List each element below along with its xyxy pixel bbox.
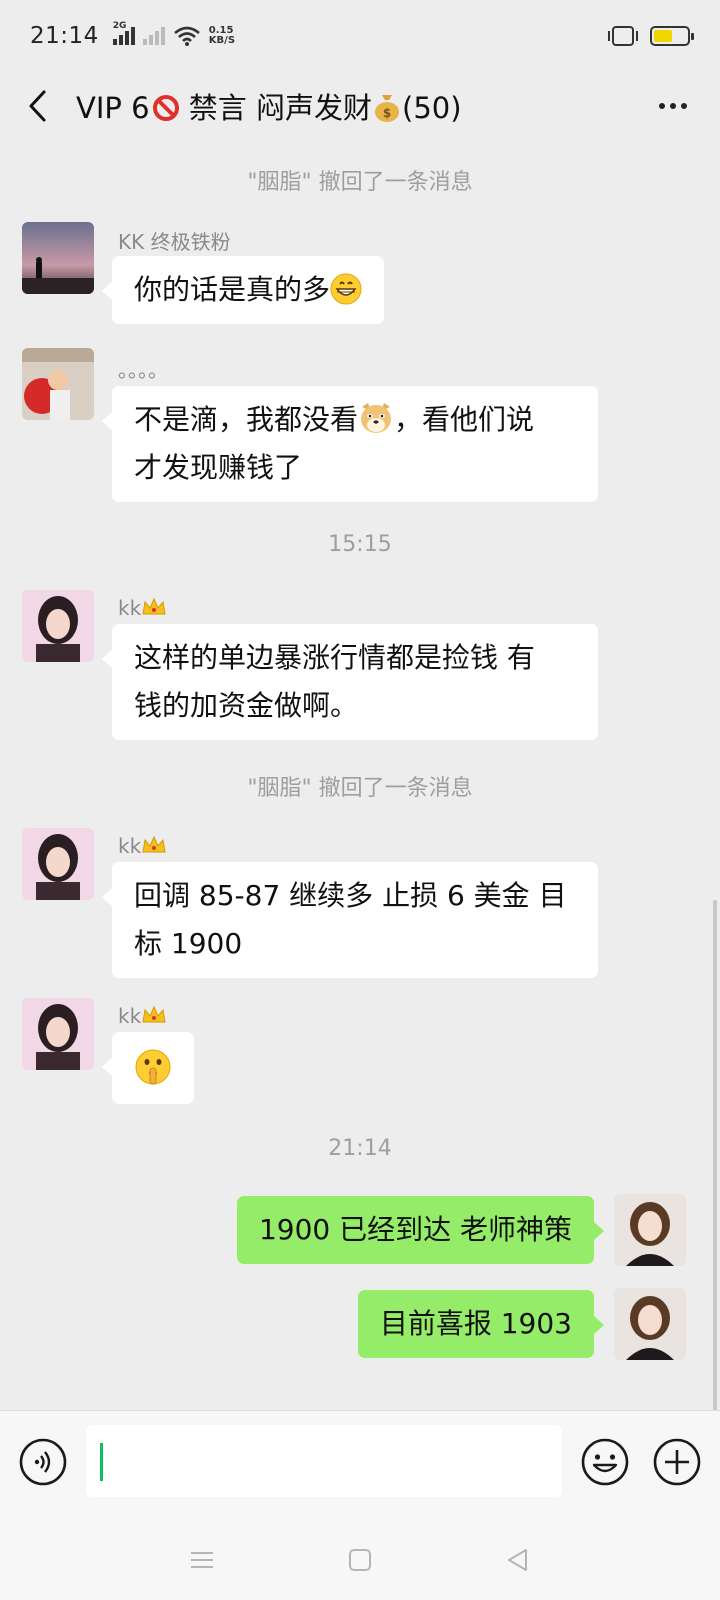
message-bubble[interactable]: 目前喜报 1903 [357,1290,605,1358]
text-caret [100,1443,103,1481]
title-part2: 禁言 闷声发财 [179,91,372,125]
timestamp: 15:15 [328,532,392,557]
message-bubble[interactable]: 1900 已经到达 老师神策 [236,1196,605,1264]
message-bubble[interactable]: 这样的单边暴涨行情都是捡钱 有 钱的加资金做啊。 [102,624,598,740]
sender-name-text: kk [118,834,142,858]
wifi-icon [173,26,200,46]
no-entry-icon [152,95,179,121]
money-bag-icon: $ [375,95,399,122]
more-functions-button[interactable] [652,1437,702,1487]
system-nav-bar [0,1520,720,1600]
more-button[interactable] [648,86,698,126]
emoji-button[interactable] [580,1437,630,1487]
signal-weak-icon [142,27,165,45]
sender-name: KK 终极铁粉 [118,230,231,254]
sender-name: kk [118,596,167,620]
system-message: "胭脂" 撤回了一条消息 [247,170,473,195]
message-text: ，看他们说 [394,403,535,436]
status-icons: 2G 0.15 KB/S [112,21,235,47]
title-part3: (50) [402,91,462,125]
sender-name-text: kk [118,596,142,620]
sender-name: 。。。。 [118,358,168,382]
crown-icon [142,835,166,853]
chat-header: VIP 6 禁言 闷声发财 $ (50) [0,72,720,140]
message-line: 钱的加资金做啊。 [134,689,359,722]
more-dots-icon [659,103,665,109]
message-text: 你的话是真的多 [134,273,331,306]
doge-face-icon [361,403,392,433]
message-line: 回调 85-87 继续多 止损 6 美金 目 [134,879,567,912]
message-line: 这样的单边暴涨行情都是捡钱 有 [134,641,535,674]
status-bar: 21:14 2G 0.15 KB/S [0,0,720,72]
shushing-face-icon [135,1049,171,1085]
message-text: 1900 已经到达 老师神策 [258,1213,572,1246]
network-speed: 0.15 KB/S [209,26,235,46]
sender-name: kk [118,834,167,858]
avatar[interactable] [22,222,94,294]
emoji-icon [581,1438,629,1486]
crown-icon [142,597,166,615]
message-bubble[interactable] [102,1032,194,1104]
svg-text:$: $ [383,106,391,120]
message-bubble[interactable]: 回调 85-87 继续多 止损 6 美金 目 标 1900 [102,862,598,978]
avatar[interactable] [22,348,94,420]
avatar[interactable] [22,998,94,1070]
title-part1: VIP 6 [76,91,150,125]
status-right [608,26,694,46]
message-line: 标 1900 [134,927,243,960]
avatar[interactable] [22,828,94,900]
my-avatar[interactable] [614,1288,686,1360]
menu-icon[interactable] [188,1546,216,1574]
chat-area[interactable]: "胭脂" 撤回了一条消息 KK 终极铁粉 你的话是真的多 。。。。 不是滴，我都… [0,140,720,1520]
vibrate-icon [608,26,638,46]
back-arrow-icon [29,90,46,122]
status-time: 21:14 [30,23,99,49]
back-button[interactable] [22,86,52,126]
message-line: 才发现赚钱了 [134,451,303,484]
sender-name: kk [118,1004,167,1028]
system-message: "胭脂" 撤回了一条消息 [247,776,473,801]
avatar[interactable] [22,590,94,662]
voice-button[interactable] [18,1437,68,1487]
home-square-icon[interactable] [346,1546,374,1574]
grinning-face-icon [330,273,362,305]
message-line: 不是滴，我都没看 ，看他们说 [134,396,576,444]
timestamp: 21:14 [328,1136,392,1161]
crown-icon [142,1005,166,1023]
chat-title: VIP 6 禁言 闷声发财 $ (50) [76,85,462,127]
message-bubble[interactable]: 不是滴，我都没看 ，看他们说 才发现赚钱了 [102,386,598,502]
my-avatar[interactable] [614,1194,686,1266]
message-bubble[interactable]: 你的话是真的多 [101,256,385,324]
plus-icon [653,1438,701,1486]
message-text: 目前喜报 1903 [379,1307,572,1340]
voice-icon [19,1438,67,1486]
speed-unit: KB/S [208,35,236,46]
message-text: 不是滴，我都没看 [134,403,359,436]
signal-strength-icon: 2G [112,21,135,45]
network-tag: 2G [112,21,127,31]
sender-name-text: kk [118,1004,142,1028]
battery-icon [650,26,694,46]
back-triangle-icon[interactable] [504,1546,532,1574]
message-input[interactable] [86,1425,562,1497]
input-bar [0,1410,720,1520]
